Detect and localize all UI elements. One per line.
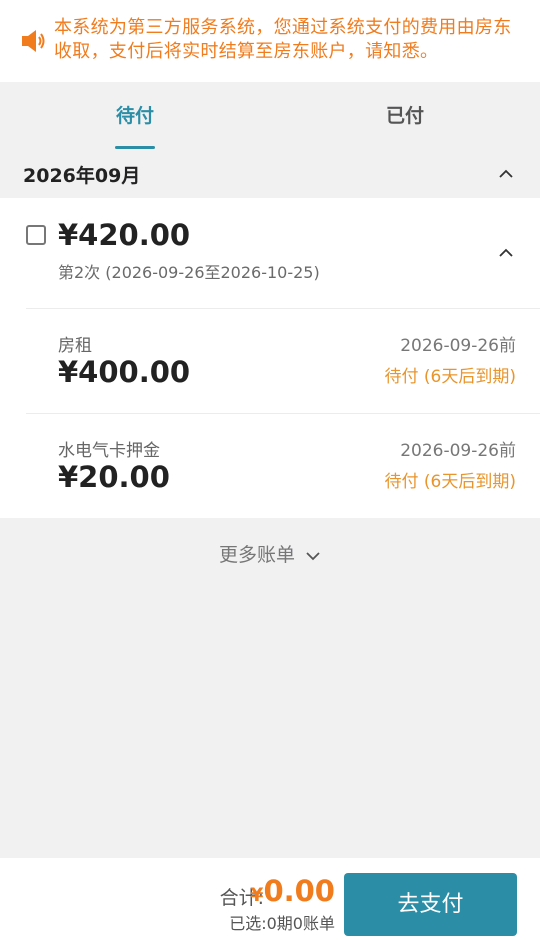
tab-paid[interactable]: 已付 [270,82,540,150]
pay-button[interactable]: 去支付 [344,873,517,936]
tab-paid-label: 已付 [385,105,424,127]
item-name: 水电气卡押金 [58,441,160,461]
item-amount: ¥20.00 [58,460,170,494]
more-bills-button[interactable]: 更多账单 [0,540,540,567]
bill-summary[interactable]: ¥420.00 第2次 (2026-09-26至2026-10-25) [0,198,540,308]
total-value: 0.00 [263,874,335,908]
checkout-footer: 合计: ¥0.00 已选:0期0账单 去支付 [0,858,540,951]
chevron-down-icon [306,551,320,560]
month-label: 2026年09月 [23,164,141,187]
tab-unpaid-label: 待付 [115,105,154,127]
bill-item-rent[interactable]: 房租 ¥400.00 2026-09-26前 待付 (6天后到期) [0,309,540,414]
notice-text: 本系统为第三方服务系统，您通过系统支付的费用由房东收取，支付后将实时结算至房东账… [54,17,512,62]
currency-symbol: ¥ [250,884,264,906]
selected-count: 已选:0期0账单 [229,914,335,933]
chevron-up-icon[interactable] [498,169,514,179]
bill-item-deposit[interactable]: 水电气卡押金 ¥20.00 2026-09-26前 待付 (6天后到期) [0,414,540,519]
item-due-date: 2026-09-26前 [400,441,516,461]
item-status: 待付 (6天后到期) [384,472,516,492]
tab-bar: 待付 已付 [0,82,540,150]
item-amount: ¥400.00 [58,355,191,389]
bill-period: 第2次 (2026-09-26至2026-10-25) [58,263,320,282]
tab-unpaid[interactable]: 待付 [0,82,270,150]
more-bills-label: 更多账单 [218,544,295,566]
bill-checkbox[interactable] [26,225,46,245]
total-amount: ¥0.00 [250,874,335,908]
active-tab-indicator [115,146,155,149]
notice-banner: 本系统为第三方服务系统，您通过系统支付的费用由房东收取，支付后将实时结算至房东账… [0,0,540,82]
bill-total-amount: ¥420.00 [58,218,191,252]
bill-card: ¥420.00 第2次 (2026-09-26至2026-10-25) 房租 ¥… [0,198,540,518]
month-header[interactable]: 2026年09月 [0,150,540,198]
chevron-up-icon[interactable] [498,248,514,258]
item-name: 房租 [58,336,92,356]
speaker-icon [22,30,45,52]
item-due-date: 2026-09-26前 [400,336,516,356]
item-status: 待付 (6天后到期) [384,367,516,387]
